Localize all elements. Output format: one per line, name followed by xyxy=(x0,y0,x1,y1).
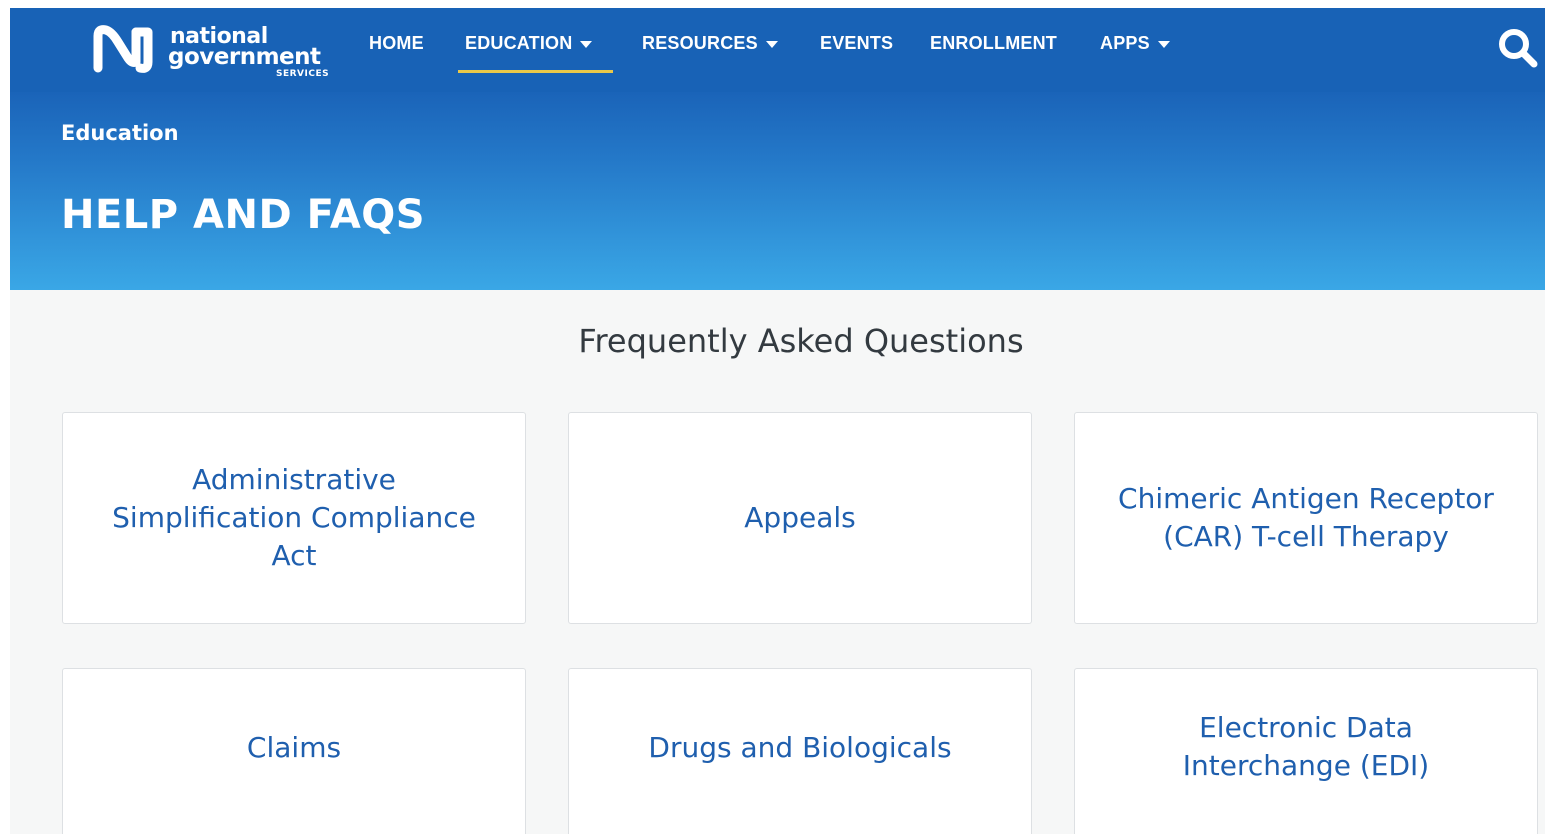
nav-resources[interactable]: RESOURCES xyxy=(642,30,778,56)
nav-resources-label: RESOURCES xyxy=(642,32,758,53)
faq-card-label: Administrative Simplification Compliance… xyxy=(112,463,476,572)
faq-card-appeals[interactable]: Appeals xyxy=(568,412,1032,624)
chevron-down-icon xyxy=(580,40,593,48)
faq-card-label: Electronic Data Interchange (EDI) xyxy=(1182,711,1430,782)
page: national government SERVICES HOME EDUCAT… xyxy=(10,8,1545,834)
nav-events[interactable]: EVENTS xyxy=(820,30,893,56)
faq-heading: Frequently Asked Questions xyxy=(578,322,1024,360)
nav-education-label: EDUCATION xyxy=(465,32,573,53)
search-button[interactable] xyxy=(1496,26,1540,70)
chevron-down-icon xyxy=(765,40,778,48)
chevron-down-icon xyxy=(1157,40,1170,48)
nav-apps-label: APPS xyxy=(1100,32,1150,53)
faq-card-label: Claims xyxy=(246,731,342,764)
faq-card-label: Drugs and Biologicals xyxy=(648,731,952,764)
nav-apps[interactable]: APPS xyxy=(1100,30,1170,56)
nav-home[interactable]: HOME xyxy=(369,30,424,56)
nav-enrollment[interactable]: ENROLLMENT xyxy=(930,30,1057,56)
nav-events-label: EVENTS xyxy=(820,32,894,53)
nav-home-label: HOME xyxy=(369,32,424,53)
faq-card-ascа[interactable]: Administrative Simplification Compliance… xyxy=(62,412,526,624)
faq-card-claims[interactable]: Claims xyxy=(62,668,526,834)
logo-text-government: government xyxy=(168,44,321,70)
active-nav-underline xyxy=(458,70,613,73)
ngs-logo[interactable]: national government SERVICES xyxy=(92,22,342,82)
faq-card-label: Chimeric Antigen Receptor (CAR) T-cell T… xyxy=(1118,482,1494,553)
breadcrumb[interactable]: Education xyxy=(61,121,179,145)
nav-education[interactable]: EDUCATION xyxy=(465,30,593,56)
hero-banner: national government SERVICES HOME EDUCAT… xyxy=(10,8,1545,290)
faq-card-label: Appeals xyxy=(744,501,856,534)
ngs-logo-mark-icon xyxy=(93,25,153,73)
faq-card-car-t-cell[interactable]: Chimeric Antigen Receptor (CAR) T-cell T… xyxy=(1074,412,1538,624)
page-title: HELP AND FAQS xyxy=(61,192,426,238)
logo-text-services: SERVICES xyxy=(276,69,330,79)
search-icon xyxy=(1499,29,1538,68)
nav-enrollment-label: ENROLLMENT xyxy=(930,32,1057,53)
faq-card-edi[interactable]: Electronic Data Interchange (EDI) xyxy=(1074,668,1538,834)
top-navbar: national government SERVICES HOME EDUCAT… xyxy=(10,8,1545,92)
faq-card-drugs-biologicals[interactable]: Drugs and Biologicals xyxy=(568,668,1032,834)
